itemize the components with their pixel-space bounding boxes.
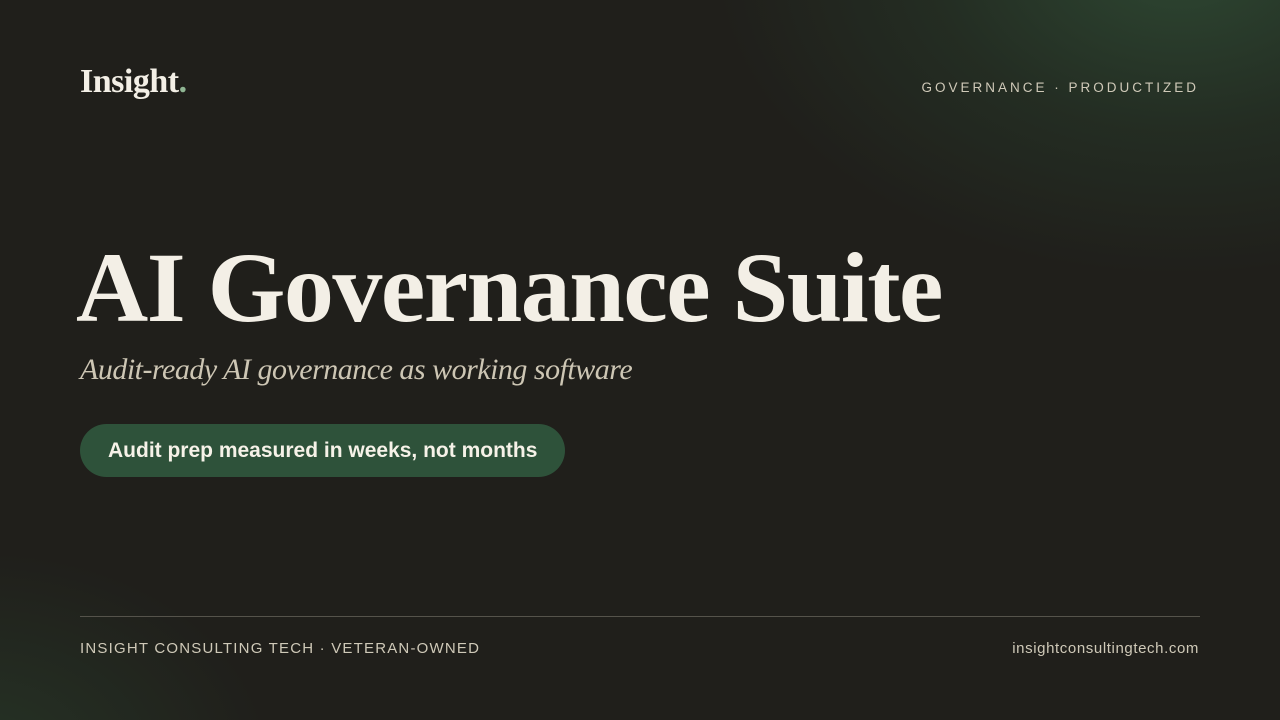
highlight-pill: Audit prep measured in weeks, not months xyxy=(80,424,566,477)
hero-subtitle: Audit-ready AI governance as working sof… xyxy=(80,353,633,386)
brand-logo: Insight. xyxy=(80,62,187,102)
footer-divider xyxy=(80,616,1200,617)
footer-website: insightconsultingtech.com xyxy=(1012,640,1199,657)
brand-logo-dot: . xyxy=(178,63,188,100)
header-tagline: GOVERNANCE · PRODUCTIZED xyxy=(921,80,1199,95)
hero-title: AI Governance Suite xyxy=(76,232,943,343)
footer-company: INSIGHT CONSULTING TECH · VETERAN-OWNED xyxy=(80,640,481,657)
brand-logo-text: Insight xyxy=(80,63,179,100)
